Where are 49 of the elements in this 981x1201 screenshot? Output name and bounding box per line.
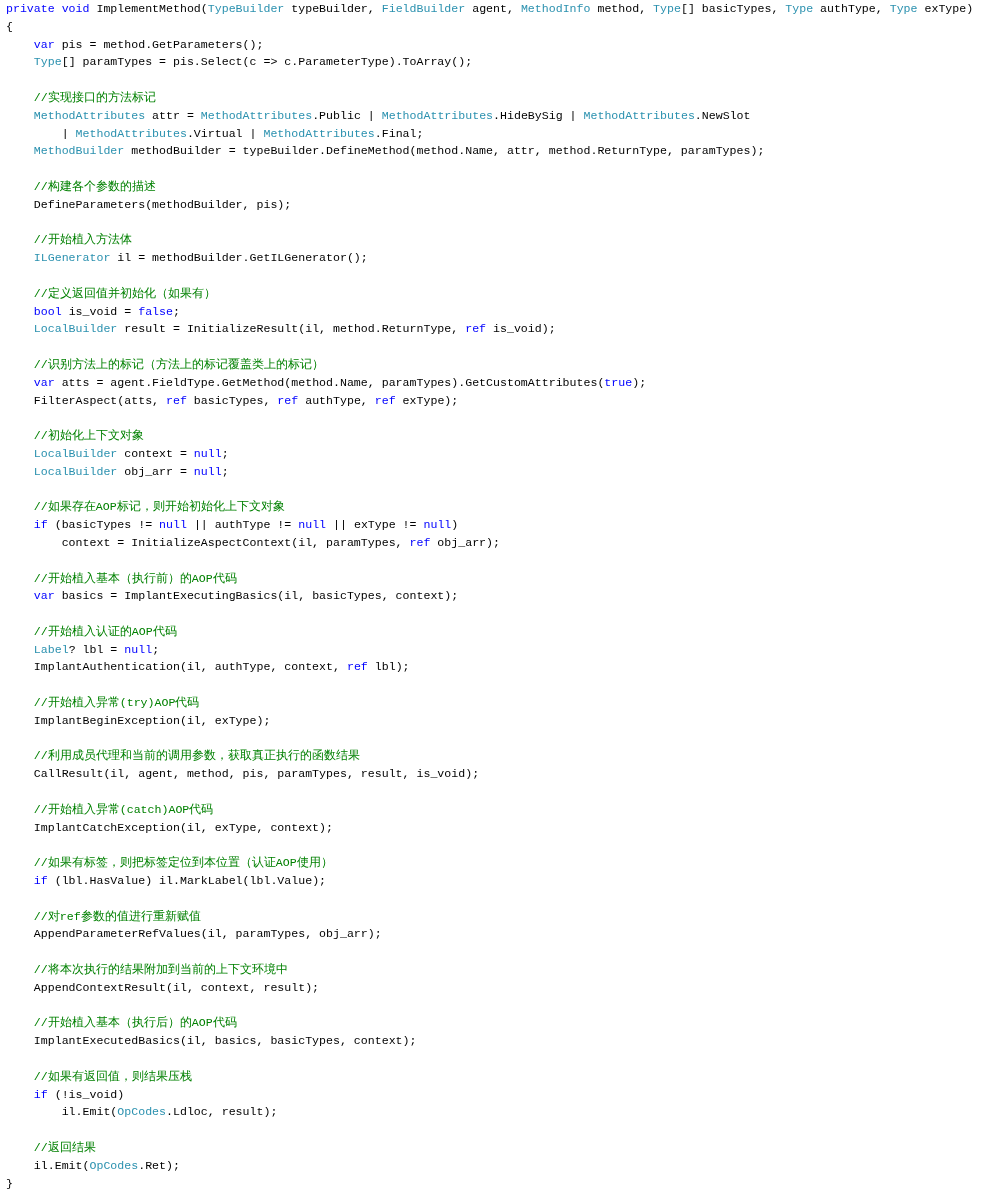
code-line: MethodBuilder methodBuilder = typeBuilder.DefineMethod(method.Name, attr, method.ReturnType, paramTypes); xyxy=(33,143,765,160)
code-line: //开始植入认证的AOP代码 xyxy=(33,623,177,640)
code-line: //如果存在AOP标记，则开始初始化上下文对象 xyxy=(33,499,285,516)
code-line: ILGenerator il = methodBuilder.GetILGenerator(); xyxy=(33,250,368,267)
code-line: Label? lbl = null; xyxy=(33,641,160,658)
code-line: AppendParameterRefValues(il, paramTypes, obj_arr); xyxy=(33,926,382,943)
code-line: ImplantAuthentication(il, authType, context, ref lbl); xyxy=(33,659,410,676)
code-line: LocalBuilder obj_arr = null; xyxy=(33,463,229,480)
code-line: ImplantCatchException(il, exType, context); xyxy=(33,819,333,836)
code-line: ImplantExecutedBasics(il, basics, basicTypes, context); xyxy=(33,1033,417,1050)
code-line: FilterAspect(atts, ref basicTypes, ref authType, ref exType); xyxy=(33,392,459,409)
code-line: //识别方法上的标记（方法上的标记覆盖类上的标记） xyxy=(33,356,324,373)
code-line: //如果有标签，则把标签定位到本位置（认证AOP使用） xyxy=(33,855,333,872)
code-line: context = InitializeAspectContext(il, paramTypes, ref obj_arr); xyxy=(61,534,500,551)
code-line: var pis = method.GetParameters(); xyxy=(33,36,264,53)
code-line: | MethodAttributes.Virtual | MethodAttributes.Final; xyxy=(61,125,424,142)
code-line: CallResult(il, agent, method, pis, paramTypes, result, is_void); xyxy=(33,766,480,783)
code-line: //定义返回值并初始化（如果有） xyxy=(33,285,216,302)
code-line: Type[] paramTypes = pis.Select(c => c.ParameterType).ToArray(); xyxy=(33,54,473,71)
code-line: if (!is_void) xyxy=(33,1086,125,1103)
code-line: //初始化上下文对象 xyxy=(33,428,144,445)
code-line: //将本次执行的结果附加到当前的上下文环境中 xyxy=(33,962,288,979)
code-line: //返回结果 xyxy=(33,1140,96,1156)
code-line: } xyxy=(6,1175,13,1192)
code-line: if (lbl.HasValue) il.MarkLabel(lbl.Value); xyxy=(33,873,327,890)
code-line: //开始植入异常(try)AOP代码 xyxy=(33,695,200,712)
code-line: AppendContextResult(il, context, result); xyxy=(33,979,320,996)
code-line: var atts = agent.FieldType.GetMethod(method.Name, paramTypes).GetCustomAttributes(true); xyxy=(33,374,647,391)
code-line: //利用成员代理和当前的调用参数，获取真正执行的函数结果 xyxy=(33,748,360,765)
code-line: private void ImplementMethod(TypeBuilder typeBuilder, FieldBuilder agent, MethodInfo method, Type[] basicTypes, Type authType, Type exType) xyxy=(6,1,974,17)
code-line: DefineParameters(methodBuilder, pis); xyxy=(33,196,292,213)
code-line: LocalBuilder context = null; xyxy=(33,445,229,462)
code-line: bool is_void = false; xyxy=(33,303,180,320)
code-line: { xyxy=(6,18,13,35)
code-line: //开始植入基本（执行前）的AOP代码 xyxy=(33,570,237,587)
code-line: //开始植入方法体 xyxy=(33,232,132,249)
code-line: //开始植入异常(catch)AOP代码 xyxy=(33,801,214,818)
code-line: LocalBuilder result = InitializeResult(il, method.ReturnType, ref is_void); xyxy=(33,321,556,338)
code-line: var basics = ImplantExecutingBasics(il, basicTypes, context); xyxy=(33,588,459,605)
code-line: //实现接口的方法标记 xyxy=(33,90,156,106)
code-line: il.Emit(OpCodes.Ldloc, result); xyxy=(61,1104,278,1121)
code-line: ImplantBeginException(il, exType); xyxy=(33,712,271,729)
code-line: il.Emit(OpCodes.Ret); xyxy=(33,1157,180,1174)
code-line: //如果有返回值，则结果压栈 xyxy=(33,1068,192,1085)
code-line: if (basicTypes != null || authType != null || exType != null) xyxy=(33,517,459,534)
code-line: //开始植入基本（执行后）的AOP代码 xyxy=(33,1015,237,1032)
code-line: //构建各个参数的描述 xyxy=(33,178,156,195)
code-line: //对ref参数的值进行重新赋值 xyxy=(33,908,201,925)
code-line: MethodAttributes attr = MethodAttributes.Public | MethodAttributes.HideBySig | MethodAttributes.NewSlot xyxy=(33,107,751,124)
